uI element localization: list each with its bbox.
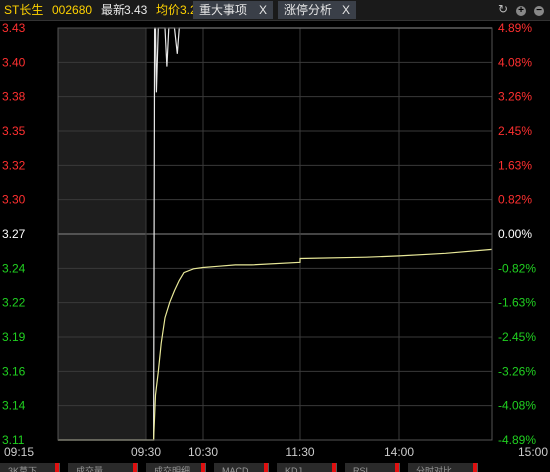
y-tick-label: 3.14 (2, 399, 26, 413)
pct-tick-label: 0.82% (498, 193, 532, 207)
quote-header: ST长生 002680 最新 3.43 均价 3.2 重大事项 X 涨停分析 X… (0, 0, 550, 21)
pct-tick-label: -4.08% (498, 399, 536, 413)
close-icon[interactable]: X (259, 1, 267, 19)
avg-price-label: 均价 (156, 3, 181, 17)
tab-marker (55, 463, 59, 472)
tab-limit-up-analysis-label: 涨停分析 (284, 3, 333, 17)
x-tick-label: 14:00 (384, 445, 414, 459)
indicator-tab[interactable]: RSI (345, 463, 400, 472)
tab-marker (332, 463, 336, 472)
stock-name[interactable]: ST长生 (4, 2, 43, 18)
x-tick-label: 09:30 (131, 445, 161, 459)
x-tick-label: 11:30 (285, 445, 314, 459)
refresh-icon[interactable]: ↻ (496, 2, 510, 16)
zoom-in-button[interactable]: + (514, 2, 528, 16)
indicator-tab[interactable]: 分时对比 (408, 463, 478, 472)
last-price-value: 3.43 (124, 3, 148, 17)
indicator-tab-label: 分时对比 (416, 466, 453, 472)
tab-marker (264, 463, 268, 472)
indicator-tab-label: KDJ (285, 466, 303, 472)
indicator-tab-label: RSI (353, 466, 369, 472)
indicator-tab-label: 成交明细 (154, 466, 191, 472)
indicator-tab-label: 成交量 (76, 466, 104, 472)
pct-tick-label: -3.26% (498, 364, 536, 378)
last-price-label: 最新 (101, 3, 126, 17)
indicator-tab[interactable]: 3K莫下 (0, 463, 60, 472)
zoom-out-button[interactable]: − (532, 2, 546, 16)
pct-tick-label: 1.63% (498, 158, 532, 172)
y-tick-label: 3.32 (2, 158, 26, 172)
y-tick-label: 3.16 (2, 364, 26, 378)
pct-tick-label: 4.08% (498, 55, 532, 69)
indicator-tab[interactable]: MACD (214, 463, 269, 472)
y-tick-label: 3.38 (2, 90, 26, 104)
y-tick-label: 3.35 (2, 124, 26, 138)
indicator-tab[interactable]: KDJ (277, 463, 337, 472)
pct-tick-label: 4.89% (498, 21, 532, 35)
pct-tick-label: -2.45% (498, 330, 536, 344)
pct-tick-label: -0.82% (498, 261, 536, 275)
pct-tick-label: 2.45% (498, 124, 532, 138)
plus-icon: + (516, 6, 526, 16)
indicator-tab-bar: 3K莫下 成交量 成交明细 MACD KDJ RSI 分时对比 (0, 463, 550, 472)
tab-major-events[interactable]: 重大事项 X (193, 1, 273, 19)
indicator-tab-label: MACD (222, 466, 249, 472)
pct-tick-label: 0.00% (498, 227, 532, 241)
stock-code: 002680 (52, 3, 93, 17)
indicator-tab[interactable]: 成交明细 (146, 463, 206, 472)
pct-tick-label: 3.26% (498, 90, 532, 104)
indicator-tab[interactable]: 成交量 (68, 463, 138, 472)
tab-marker (201, 463, 205, 472)
indicator-tab-label: 3K莫下 (8, 466, 38, 472)
y-tick-label: 3.24 (2, 261, 26, 275)
tab-marker (473, 463, 477, 472)
x-tick-label: 10:30 (188, 445, 218, 459)
y-tick-label: 3.40 (2, 55, 26, 69)
x-tick-label: 15:00 (518, 445, 548, 459)
tab-limit-up-analysis[interactable]: 涨停分析 X (278, 1, 356, 19)
y-tick-label: 3.27 (2, 227, 26, 241)
pct-tick-label: -1.63% (498, 296, 536, 310)
tab-major-events-label: 重大事项 (199, 3, 248, 17)
x-tick-label: 09:15 (4, 445, 34, 459)
tab-marker (395, 463, 399, 472)
tab-marker (133, 463, 137, 472)
y-tick-label: 3.22 (2, 296, 26, 310)
minus-icon: − (534, 6, 544, 16)
y-tick-label: 3.43 (2, 21, 26, 35)
intraday-chart: 3.43 4.89% 3.40 4.08% 3.38 3.26% 3.35 2.45% 3.32… (2, 21, 548, 459)
close-icon[interactable]: X (342, 1, 350, 19)
y-tick-label: 3.30 (2, 193, 26, 207)
y-tick-label: 3.19 (2, 330, 26, 344)
